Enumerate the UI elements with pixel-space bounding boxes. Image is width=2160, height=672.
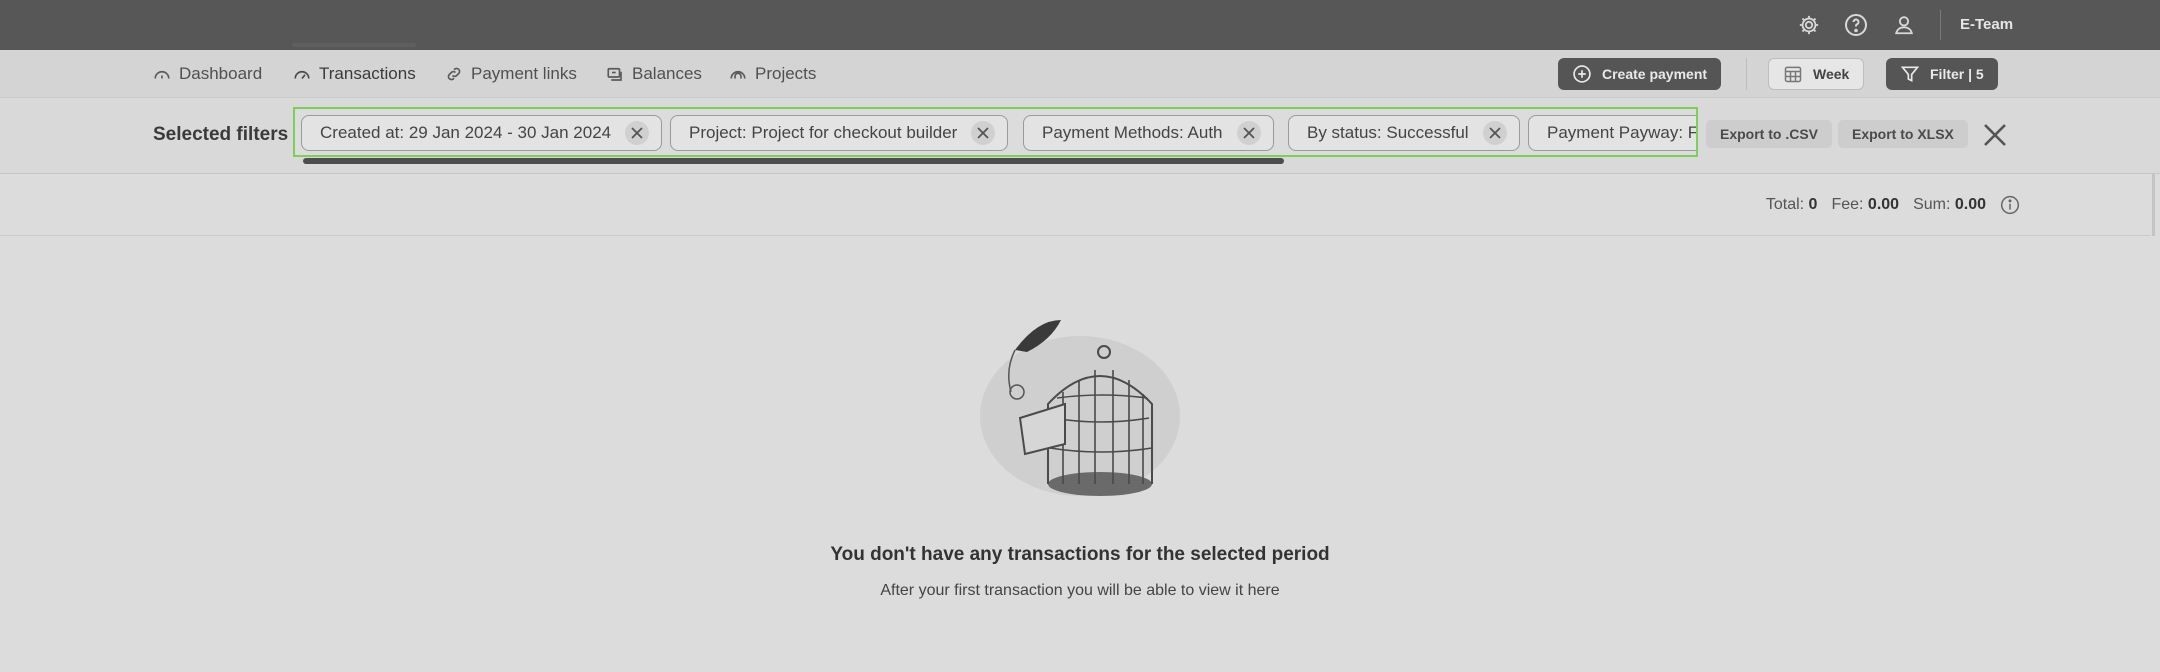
nav-item-payment-links[interactable]: Payment links	[445, 50, 577, 98]
settings-icon[interactable]	[1797, 13, 1821, 37]
team-name[interactable]: E-Team	[1960, 16, 2013, 33]
transactions-icon	[294, 70, 310, 80]
page-scrollbar[interactable]	[2152, 174, 2155, 236]
dashboard-icon	[154, 70, 170, 79]
info-icon[interactable]	[2000, 195, 2020, 215]
nav-label-projects: Projects	[755, 64, 817, 83]
create-payment-label: Create payment	[1602, 66, 1708, 82]
nav-item-transactions[interactable]: Transactions	[293, 50, 416, 98]
nav-label-balances: Balances	[632, 64, 702, 83]
sum-label: Sum:	[1913, 196, 1951, 213]
filter-button[interactable]: Filter | 5	[1886, 58, 1998, 90]
filter-chip-label: Payment Payway: F	[1547, 123, 1698, 142]
filter-chip[interactable]: Created at: 29 Jan 2024 - 30 Jan 2024	[301, 115, 663, 151]
filter-chips-container[interactable]: Created at: 29 Jan 2024 - 30 Jan 2024 Pr…	[293, 107, 1698, 157]
plus-circle-icon	[1573, 65, 1591, 83]
nav-item-balances[interactable]: Balances	[606, 50, 702, 98]
nav-item-dashboard[interactable]: Dashboard	[153, 50, 262, 98]
filter-label: Filter | 5	[1930, 66, 1984, 82]
close-icon[interactable]	[625, 121, 650, 145]
link-icon	[447, 67, 461, 81]
selected-filters-label: Selected filters	[153, 124, 289, 145]
nav-label-dashboard: Dashboard	[179, 64, 263, 83]
period-week-button[interactable]: Week	[1768, 58, 1865, 90]
nav-label-payment-links: Payment links	[471, 64, 577, 83]
filter-chip-label: Project: Project for checkout builder	[689, 123, 958, 142]
close-icon[interactable]	[1482, 121, 1507, 145]
empty-state-title: You don't have any transactions for the …	[830, 544, 1330, 565]
filter-chip-label: Created at: 29 Jan 2024 - 30 Jan 2024	[320, 123, 612, 142]
funnel-icon	[1900, 66, 1920, 83]
empty-state-subtitle: After your first transaction you will be…	[880, 582, 1280, 599]
filter-chip-label: Payment Methods: Auth	[1042, 123, 1223, 142]
calendar-icon	[1784, 66, 1802, 83]
filter-chip[interactable]: Payment Methods: Auth	[1023, 115, 1274, 151]
fee-label: Fee:	[1831, 196, 1864, 213]
create-payment-button[interactable]: Create payment	[1558, 58, 1722, 90]
filter-chip-label: By status: Successful	[1307, 123, 1469, 142]
export-xlsx-button[interactable]: Export to XLSX	[1838, 120, 1968, 148]
user-icon[interactable]	[1892, 13, 1916, 37]
totals-summary: Total: 0 Fee: 0.00 Sum: 0.00	[1766, 195, 2020, 215]
nav-label-transactions: Transactions	[319, 64, 416, 83]
projects-icon	[730, 70, 746, 79]
chips-scrollbar[interactable]	[303, 158, 1284, 164]
balances-icon	[607, 67, 622, 81]
close-icon[interactable]	[1236, 121, 1261, 145]
fee-value: 0.00	[1867, 196, 1900, 213]
filter-chip[interactable]: By status: Successful	[1288, 115, 1520, 151]
filter-chip[interactable]: Project: Project for checkout builder	[670, 115, 1009, 151]
topbar-divider	[1940, 10, 1941, 40]
total-value: 0	[1808, 196, 1818, 213]
nav-divider	[1746, 58, 1747, 90]
empty-cage-illustration	[975, 318, 1185, 508]
close-icon[interactable]	[971, 121, 996, 145]
active-tab-indicator	[292, 43, 416, 47]
period-label: Week	[1813, 66, 1850, 82]
sum-value: 0.00	[1954, 196, 1986, 213]
filter-chip[interactable]: Payment Payway: F	[1528, 115, 1698, 151]
close-icon[interactable]	[1982, 122, 2008, 148]
total-label: Total:	[1765, 196, 1805, 213]
export-csv-button[interactable]: Export to .CSV	[1706, 120, 1833, 148]
help-icon[interactable]	[1844, 13, 1868, 37]
nav-item-projects[interactable]: Projects	[729, 50, 816, 98]
